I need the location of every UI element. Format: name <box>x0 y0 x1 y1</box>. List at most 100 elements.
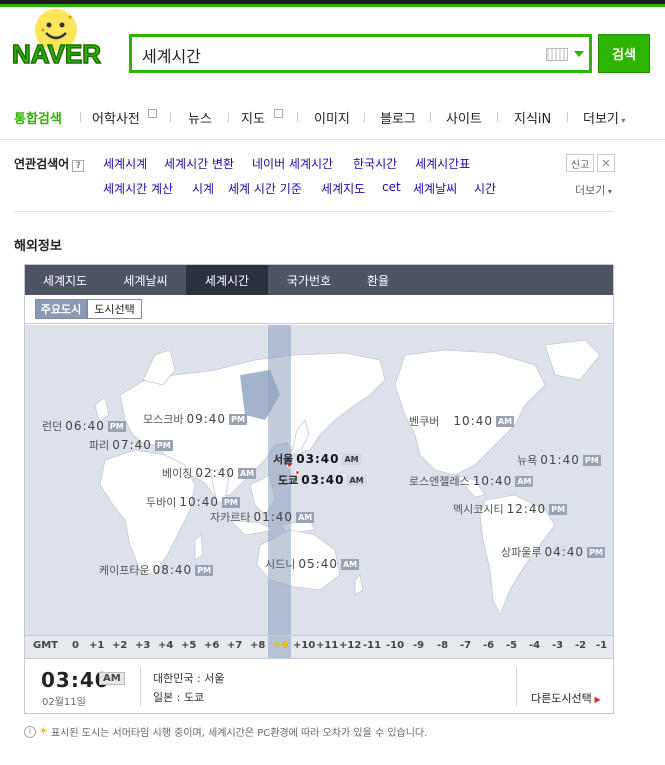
city-seoul[interactable]: 서울 03:40 AM <box>273 451 361 467</box>
city-sydney[interactable]: 시드니 05:40 AM <box>265 556 360 572</box>
tab-map[interactable]: 지도 <box>241 108 265 127</box>
city-losangeles[interactable]: 로스엔젤레스 10:40 AM <box>409 473 534 489</box>
related-term[interactable]: 세계지도 <box>321 180 365 197</box>
city-capetown[interactable]: 케이프타운 08:40 PM <box>99 562 214 578</box>
city-newyork[interactable]: 뉴욕 01:40 PM <box>517 452 601 468</box>
gmt-offset[interactable]: +4 <box>158 640 173 651</box>
ampm-badge: AM <box>347 474 366 486</box>
current-ampm: AM <box>99 672 125 685</box>
related-term[interactable]: 세계시계 <box>103 155 147 172</box>
select-other-city-label: 다른도시선택 <box>531 692 592 705</box>
world-map[interactable]: 모스크바 09:40 PM 런던 06:40 PM 파리 07:40 PM 베이징 02:40… <box>25 325 613 635</box>
city-name: 멕시코시티 <box>453 503 504 516</box>
related-term[interactable]: 세계날씨 <box>413 180 457 197</box>
related-divider <box>14 211 614 212</box>
ampm-badge: AM <box>515 475 534 487</box>
related-more-link[interactable]: 더보기 ▾ <box>575 182 612 198</box>
related-term[interactable]: 시간 <box>474 180 496 197</box>
city-jakarta[interactable]: 자카르타 01:40 AM <box>210 509 315 525</box>
gmt-offset[interactable]: +8 <box>250 640 265 651</box>
gmt-offset-current[interactable]: +9 <box>273 640 288 651</box>
gmt-offset[interactable]: -6 <box>483 640 494 651</box>
tab-site[interactable]: 사이트 <box>446 108 482 127</box>
related-term[interactable]: 한국시간 <box>353 155 397 172</box>
tab-news[interactable]: 뉴스 <box>188 108 212 127</box>
tab-integrated-search[interactable]: 통합검색 <box>14 108 62 127</box>
search-category-tabs: 통합검색 어학사전 뉴스 지도 이미지 블로그 사이트 지식iN 더보기 ▾ <box>0 100 665 134</box>
city-time: 01:40 <box>253 510 294 524</box>
tab-world-map[interactable]: 세계지도 <box>25 265 105 295</box>
tab-knowledge-in[interactable]: 지식iN <box>514 108 551 127</box>
gmt-offset[interactable]: +6 <box>204 640 219 651</box>
city-beijing[interactable]: 베이징 02:40 AM <box>162 465 257 481</box>
tab-more[interactable]: 더보기 ▾ <box>583 108 625 127</box>
related-term[interactable]: 시계 <box>192 180 214 197</box>
nav-divider <box>0 139 665 140</box>
related-term[interactable]: 세계시간 변환 <box>164 155 234 172</box>
city-tokyo[interactable]: 도쿄 03:40 AM <box>278 472 366 488</box>
city-time: 07:40 <box>112 438 152 452</box>
ampm-badge: PM <box>229 413 247 425</box>
gmt-offset[interactable]: -8 <box>437 640 448 651</box>
city-time: 09:40 <box>186 412 227 426</box>
tab-country-code[interactable]: 국가번호 <box>268 265 350 295</box>
gmt-offset[interactable]: +3 <box>135 640 150 651</box>
city-time: 10:40 <box>472 474 513 488</box>
search-button[interactable]: 검색 <box>598 34 650 73</box>
gmt-offset[interactable]: +12 <box>339 640 361 651</box>
related-term[interactable]: 세계시간 계산 <box>103 180 173 197</box>
keyboard-icon[interactable] <box>546 48 568 61</box>
current-country-line: 대한민국 : 서울 <box>153 672 225 685</box>
subtab-select-city[interactable]: 도시선택 <box>87 299 142 319</box>
city-saopaulo[interactable]: 상파울루 04:40 PM <box>501 544 605 560</box>
gmt-offset[interactable]: +7 <box>227 640 242 651</box>
gmt-offset[interactable]: +1 <box>89 640 104 651</box>
tab-image[interactable]: 이미지 <box>314 108 350 127</box>
report-button[interactable]: 신고 <box>566 154 594 172</box>
city-dubai[interactable]: 두바이 10:40 PM <box>146 494 240 510</box>
gmt-offset[interactable]: +11 <box>316 640 338 651</box>
tab-world-time[interactable]: 세계시간 <box>186 265 268 295</box>
city-name: 로스엔젤레스 <box>409 475 470 488</box>
naver-logo-text: NAVER <box>12 39 101 69</box>
gmt-offset[interactable]: +5 <box>181 640 196 651</box>
related-term[interactable]: 네이버 세계시간 <box>252 155 333 172</box>
gmt-offset[interactable]: -2 <box>575 640 586 651</box>
dictionary-popup-icon[interactable] <box>148 109 157 118</box>
gmt-offset[interactable]: +2 <box>112 640 127 651</box>
gmt-offset[interactable]: 0 <box>72 640 79 651</box>
tab-blog[interactable]: 블로그 <box>380 108 416 127</box>
autocomplete-dropdown-icon[interactable] <box>574 51 584 57</box>
subtab-major-cities[interactable]: 주요도시 <box>35 299 87 319</box>
select-other-city-link[interactable]: 다른도시선택 ▶ <box>531 690 601 706</box>
naver-logo[interactable]: NAVER <box>10 8 122 78</box>
city-paris[interactable]: 파리 07:40 PM <box>89 437 173 453</box>
city-london[interactable]: 런던 06:40 PM <box>42 418 126 434</box>
gmt-offset[interactable]: +10 <box>293 640 315 651</box>
map-popup-icon[interactable] <box>274 109 283 118</box>
gmt-offset[interactable]: -11 <box>363 640 381 651</box>
gmt-offset[interactable]: -5 <box>506 640 517 651</box>
city-moscow[interactable]: 모스크바 09:40 PM <box>143 411 247 427</box>
gmt-offset[interactable]: -1 <box>596 640 607 651</box>
gmt-offset[interactable]: -7 <box>460 640 471 651</box>
related-term[interactable]: cet <box>382 180 401 194</box>
related-term[interactable]: 세계시간표 <box>415 155 470 172</box>
ampm-badge: PM <box>195 564 214 576</box>
tab-world-weather[interactable]: 세계날씨 <box>105 265 186 295</box>
search-input[interactable] <box>142 44 522 66</box>
city-vancouver[interactable]: 벤쿠버 10:40 AM <box>409 413 515 429</box>
city-mexicocity[interactable]: 멕시코시티 12:40 PM <box>453 501 568 517</box>
ampm-badge: AM <box>495 415 515 427</box>
related-term[interactable]: 세계 시간 기준 <box>228 180 302 197</box>
close-icon[interactable]: ✕ <box>597 154 615 172</box>
tab-exchange-rate[interactable]: 환율 <box>350 265 406 295</box>
gmt-offset[interactable]: -4 <box>529 640 540 651</box>
gmt-offset[interactable]: -9 <box>413 640 424 651</box>
help-icon[interactable]: ? <box>72 160 85 172</box>
world-time-widget: 세계지도 세계날씨 세계시간 국가번호 환율 주요도시 도시선택 모스크바 09… <box>24 264 614 714</box>
tab-dictionary[interactable]: 어학사전 <box>92 108 140 127</box>
gmt-offset[interactable]: -3 <box>552 640 563 651</box>
related-heading: 연관검색어? <box>14 155 85 172</box>
gmt-offset[interactable]: -10 <box>386 640 404 651</box>
